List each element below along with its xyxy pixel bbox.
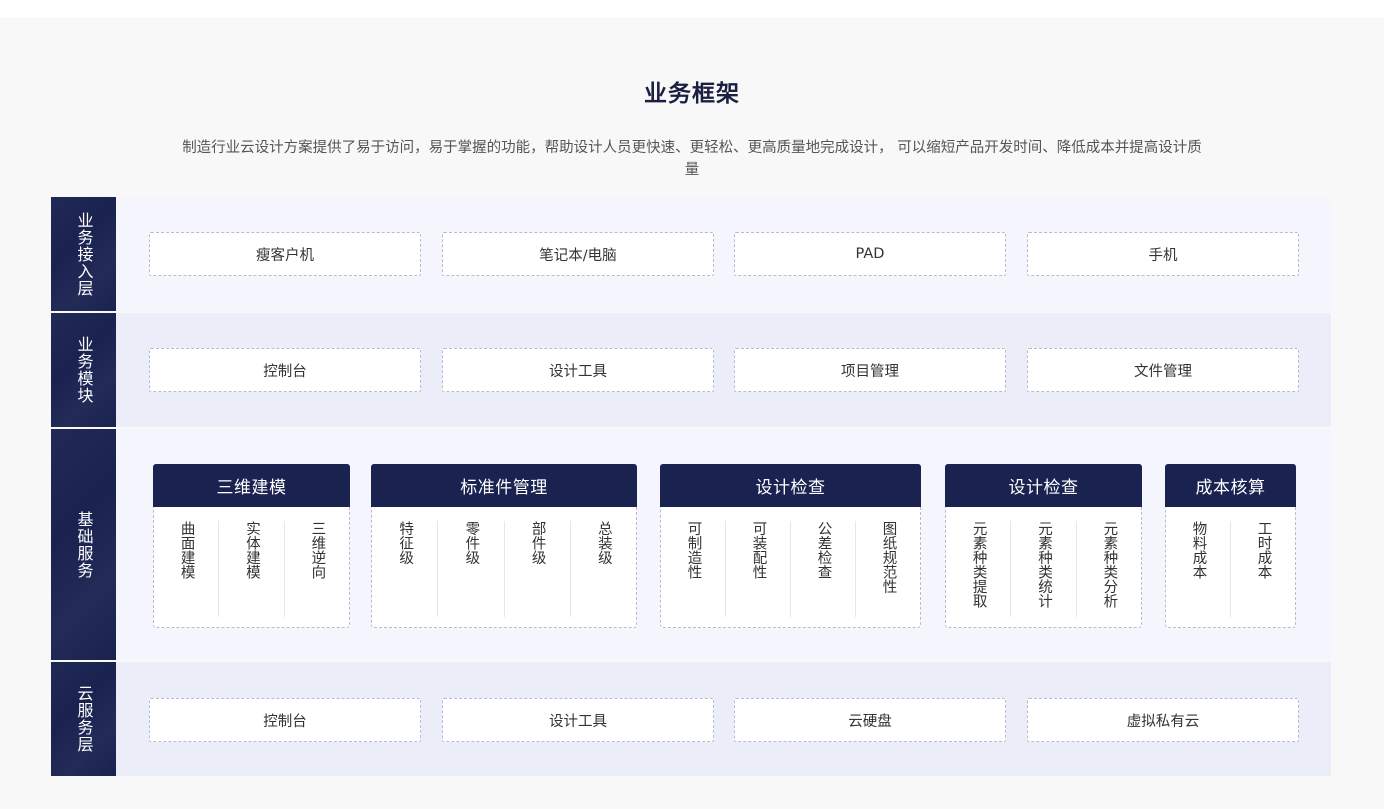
service-item: 可装配性 [750, 521, 767, 579]
service-item: 公差检查 [815, 521, 832, 579]
section-description: 制造行业云设计方案提供了易于访问，易于掌握的功能，帮助设计人员更快速、更轻松、更… [182, 140, 1202, 178]
service-group-title: 设计检查 [660, 464, 921, 507]
layer-label-text: 云服务层 [74, 685, 94, 753]
service-item: 零件级 [463, 521, 480, 565]
service-group-title: 三维建模 [153, 464, 350, 507]
service-group-title: 设计检查 [945, 464, 1142, 507]
layer-label-text: 业务接入层 [74, 211, 94, 297]
cloud-item-console: 控制台 [149, 698, 421, 742]
layer-label-access: 业务接入层 [51, 197, 116, 311]
service-item: 图纸规范性 [880, 521, 897, 594]
layer-label-text: 基础服务 [74, 510, 94, 579]
service-item: 工时成本 [1255, 521, 1272, 579]
service-item: 实体建模 [243, 521, 260, 579]
module-item-console: 控制台 [149, 348, 421, 392]
service-item: 部件级 [529, 521, 546, 565]
service-item: 总装级 [595, 521, 612, 565]
service-item: 特征级 [397, 521, 414, 565]
access-item-pad: PAD [734, 232, 1006, 276]
service-item: 元素种类统计 [1035, 521, 1052, 608]
layer-label-base: 基础服务 [51, 429, 116, 660]
service-group-3d-modeling: 三维建模 曲面建模 实体建模 三维逆向 [153, 464, 350, 628]
service-item: 元素种类提取 [970, 521, 987, 608]
service-group-title: 成本核算 [1165, 464, 1296, 507]
service-item: 物料成本 [1190, 521, 1207, 579]
access-item-thin-client: 瘦客户机 [149, 232, 421, 276]
service-group-cost: 成本核算 物料成本 工时成本 [1165, 464, 1296, 628]
cloud-item-design-tools: 设计工具 [442, 698, 714, 742]
cloud-item-vpc: 虚拟私有云 [1027, 698, 1299, 742]
service-group-standard-parts: 标准件管理 特征级 零件级 部件级 总装级 [371, 464, 637, 628]
service-group-title: 标准件管理 [371, 464, 637, 507]
module-item-design-tools: 设计工具 [442, 348, 714, 392]
access-item-laptop: 笔记本/电脑 [442, 232, 714, 276]
layer-label-cloud: 云服务层 [51, 662, 116, 776]
access-item-phone: 手机 [1027, 232, 1299, 276]
service-group-design-check-2: 设计检查 元素种类提取 元素种类统计 元素种类分析 [945, 464, 1142, 628]
module-item-project-mgmt: 项目管理 [734, 348, 1006, 392]
service-item: 三维逆向 [309, 521, 326, 579]
service-group-design-check: 设计检查 可制造性 可装配性 公差检查 图纸规范性 [660, 464, 921, 628]
cloud-item-cloud-disk: 云硬盘 [734, 698, 1006, 742]
section-title: 业务框架 [644, 81, 740, 107]
service-item: 曲面建模 [178, 521, 195, 579]
service-item: 元素种类分析 [1101, 521, 1118, 608]
layer-label-module: 业务模块 [51, 313, 116, 427]
module-item-file-mgmt: 文件管理 [1027, 348, 1299, 392]
layer-label-text: 业务模块 [74, 336, 94, 404]
service-item: 可制造性 [685, 521, 702, 579]
